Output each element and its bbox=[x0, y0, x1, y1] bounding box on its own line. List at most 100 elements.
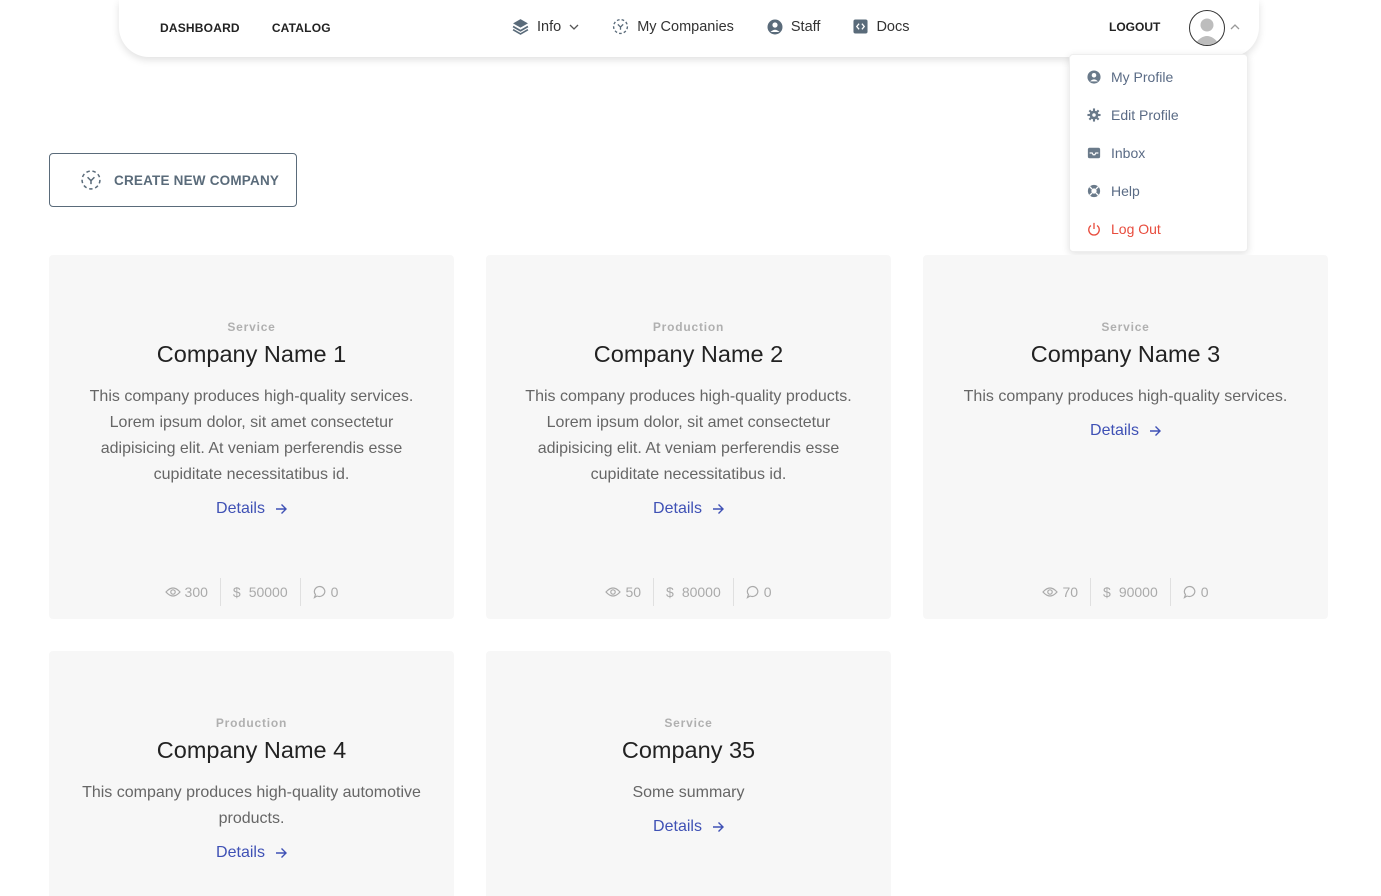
menu-inbox[interactable]: Inbox bbox=[1087, 145, 1145, 161]
company-category: Service bbox=[664, 716, 713, 730]
code-file-icon bbox=[853, 19, 868, 34]
company-card: Service Company Name 1 This company prod… bbox=[49, 255, 454, 619]
details-link[interactable]: Details bbox=[49, 844, 454, 862]
nav-center: Info My Companies Staff Docs bbox=[512, 18, 943, 35]
views-stat: 50 bbox=[593, 578, 653, 606]
nav-my-companies-link[interactable]: My Companies bbox=[612, 18, 734, 35]
company-category: Service bbox=[227, 320, 276, 334]
views-count: 50 bbox=[625, 584, 642, 600]
nav-staff-link[interactable]: Staff bbox=[767, 18, 821, 35]
details-link[interactable]: Details bbox=[486, 500, 891, 518]
details-link[interactable]: Details bbox=[486, 818, 891, 836]
nav-docs-label: Docs bbox=[876, 18, 910, 35]
comments-stat: 0 bbox=[1171, 578, 1221, 606]
arrow-right-icon bbox=[275, 848, 287, 858]
price-stat: $ 50000 bbox=[221, 578, 300, 606]
dollar-icon: $ bbox=[1103, 584, 1111, 600]
power-icon bbox=[1088, 222, 1100, 236]
company-card: Production Company Name 4 This company p… bbox=[49, 651, 454, 896]
company-category: Production bbox=[652, 320, 725, 334]
create-new-company-label: CREATE NEW COMPANY bbox=[114, 172, 280, 188]
price-value: 50000 bbox=[248, 584, 288, 600]
user-circle-icon bbox=[767, 19, 783, 34]
comment-icon bbox=[1183, 585, 1196, 599]
company-description: Some summary bbox=[632, 784, 745, 801]
views-count: 300 bbox=[184, 584, 208, 600]
arrow-right-icon bbox=[275, 504, 287, 514]
price-stat: $ 90000 bbox=[1091, 578, 1170, 606]
nav-info-label: Info bbox=[537, 18, 562, 35]
arrow-right-icon bbox=[1149, 426, 1161, 436]
user-avatar-icon bbox=[1194, 18, 1220, 45]
company-title: Company Name 3 bbox=[1030, 341, 1221, 367]
details-label: Details bbox=[653, 500, 702, 517]
company-title: Company 35 bbox=[621, 737, 756, 763]
chevron-down-icon bbox=[569, 24, 579, 30]
menu-log-out-label: Log Out bbox=[1111, 221, 1161, 237]
nav-docs-link[interactable]: Docs bbox=[853, 18, 910, 35]
nav-left: DASHBOARD CATALOG bbox=[160, 21, 331, 35]
menu-help[interactable]: Help bbox=[1087, 183, 1140, 199]
menu-edit-profile[interactable]: Edit Profile bbox=[1087, 107, 1179, 123]
lifebuoy-icon bbox=[1087, 184, 1101, 198]
nav-dashboard-link[interactable]: DASHBOARD bbox=[160, 21, 240, 35]
menu-my-profile[interactable]: My Profile bbox=[1087, 69, 1173, 85]
inbox-icon bbox=[1087, 147, 1101, 159]
menu-edit-profile-label: Edit Profile bbox=[1111, 107, 1179, 123]
user-dropdown-menu: My Profile Edit Profile Inbox Help Log O… bbox=[1069, 54, 1248, 252]
arrow-right-icon bbox=[712, 504, 724, 514]
eye-icon bbox=[1042, 587, 1059, 597]
company-card: Production Company Name 2 This company p… bbox=[486, 255, 891, 619]
create-new-company-button[interactable]: CREATE NEW COMPANY bbox=[49, 153, 297, 207]
comments-stat: 0 bbox=[301, 578, 351, 606]
dollar-icon: $ bbox=[232, 584, 241, 600]
top-navbar: DASHBOARD CATALOG Info My Companies Staf… bbox=[119, 0, 1259, 57]
avatar[interactable] bbox=[1189, 10, 1225, 46]
comments-count: 0 bbox=[763, 584, 772, 600]
company-icon bbox=[613, 18, 629, 35]
eye-icon bbox=[605, 587, 622, 597]
user-circle-icon bbox=[1087, 70, 1101, 84]
nav-staff-label: Staff bbox=[790, 18, 821, 35]
nav-logout-link[interactable]: LOGOUT bbox=[1109, 20, 1160, 34]
menu-my-profile-label: My Profile bbox=[1111, 69, 1174, 85]
company-description: This company produces high-quality autom… bbox=[82, 784, 421, 827]
details-label: Details bbox=[653, 818, 702, 835]
details-link[interactable]: Details bbox=[923, 422, 1328, 440]
layers-icon bbox=[512, 19, 529, 35]
company-description: This company produces high-quality servi… bbox=[89, 388, 414, 483]
company-category: Service bbox=[1101, 320, 1150, 334]
nav-my-companies-label: My Companies bbox=[637, 18, 734, 35]
views-count: 70 bbox=[1062, 584, 1079, 600]
price-value: 90000 bbox=[1118, 584, 1158, 600]
views-stat: 70 bbox=[1030, 578, 1090, 606]
comment-icon bbox=[746, 585, 759, 599]
menu-help-label: Help bbox=[1111, 183, 1140, 199]
comments-stat: 0 bbox=[734, 578, 784, 606]
company-description: This company produces high-quality produ… bbox=[525, 388, 852, 483]
arrow-right-icon bbox=[712, 822, 724, 832]
details-label: Details bbox=[216, 844, 265, 861]
comment-icon bbox=[313, 585, 326, 599]
details-label: Details bbox=[1090, 422, 1139, 439]
company-title: Company Name 1 bbox=[156, 341, 347, 367]
company-description: This company produces high-quality servi… bbox=[963, 388, 1288, 405]
company-card: Service Company Name 3 This company prod… bbox=[923, 255, 1328, 619]
company-category: Production bbox=[215, 716, 288, 730]
price-stat: $ 80000 bbox=[654, 578, 733, 606]
company-stats: 70 $ 90000 0 bbox=[923, 578, 1328, 606]
company-title: Company Name 4 bbox=[156, 737, 347, 763]
company-stats: 300 $ 50000 0 bbox=[49, 578, 454, 606]
company-stats: 50 $ 80000 0 bbox=[486, 578, 891, 606]
company-card: Service Company 35 Some summary Details bbox=[486, 651, 891, 896]
nav-info-dropdown[interactable]: Info bbox=[512, 18, 579, 35]
chevron-up-icon[interactable] bbox=[1230, 22, 1240, 32]
dollar-icon: $ bbox=[666, 584, 674, 600]
price-value: 80000 bbox=[681, 584, 721, 600]
menu-log-out[interactable]: Log Out bbox=[1087, 221, 1161, 237]
details-label: Details bbox=[216, 500, 265, 517]
eye-icon bbox=[164, 587, 181, 597]
details-link[interactable]: Details bbox=[49, 500, 454, 518]
nav-catalog-link[interactable]: CATALOG bbox=[272, 21, 331, 35]
views-stat: 300 bbox=[153, 578, 220, 606]
